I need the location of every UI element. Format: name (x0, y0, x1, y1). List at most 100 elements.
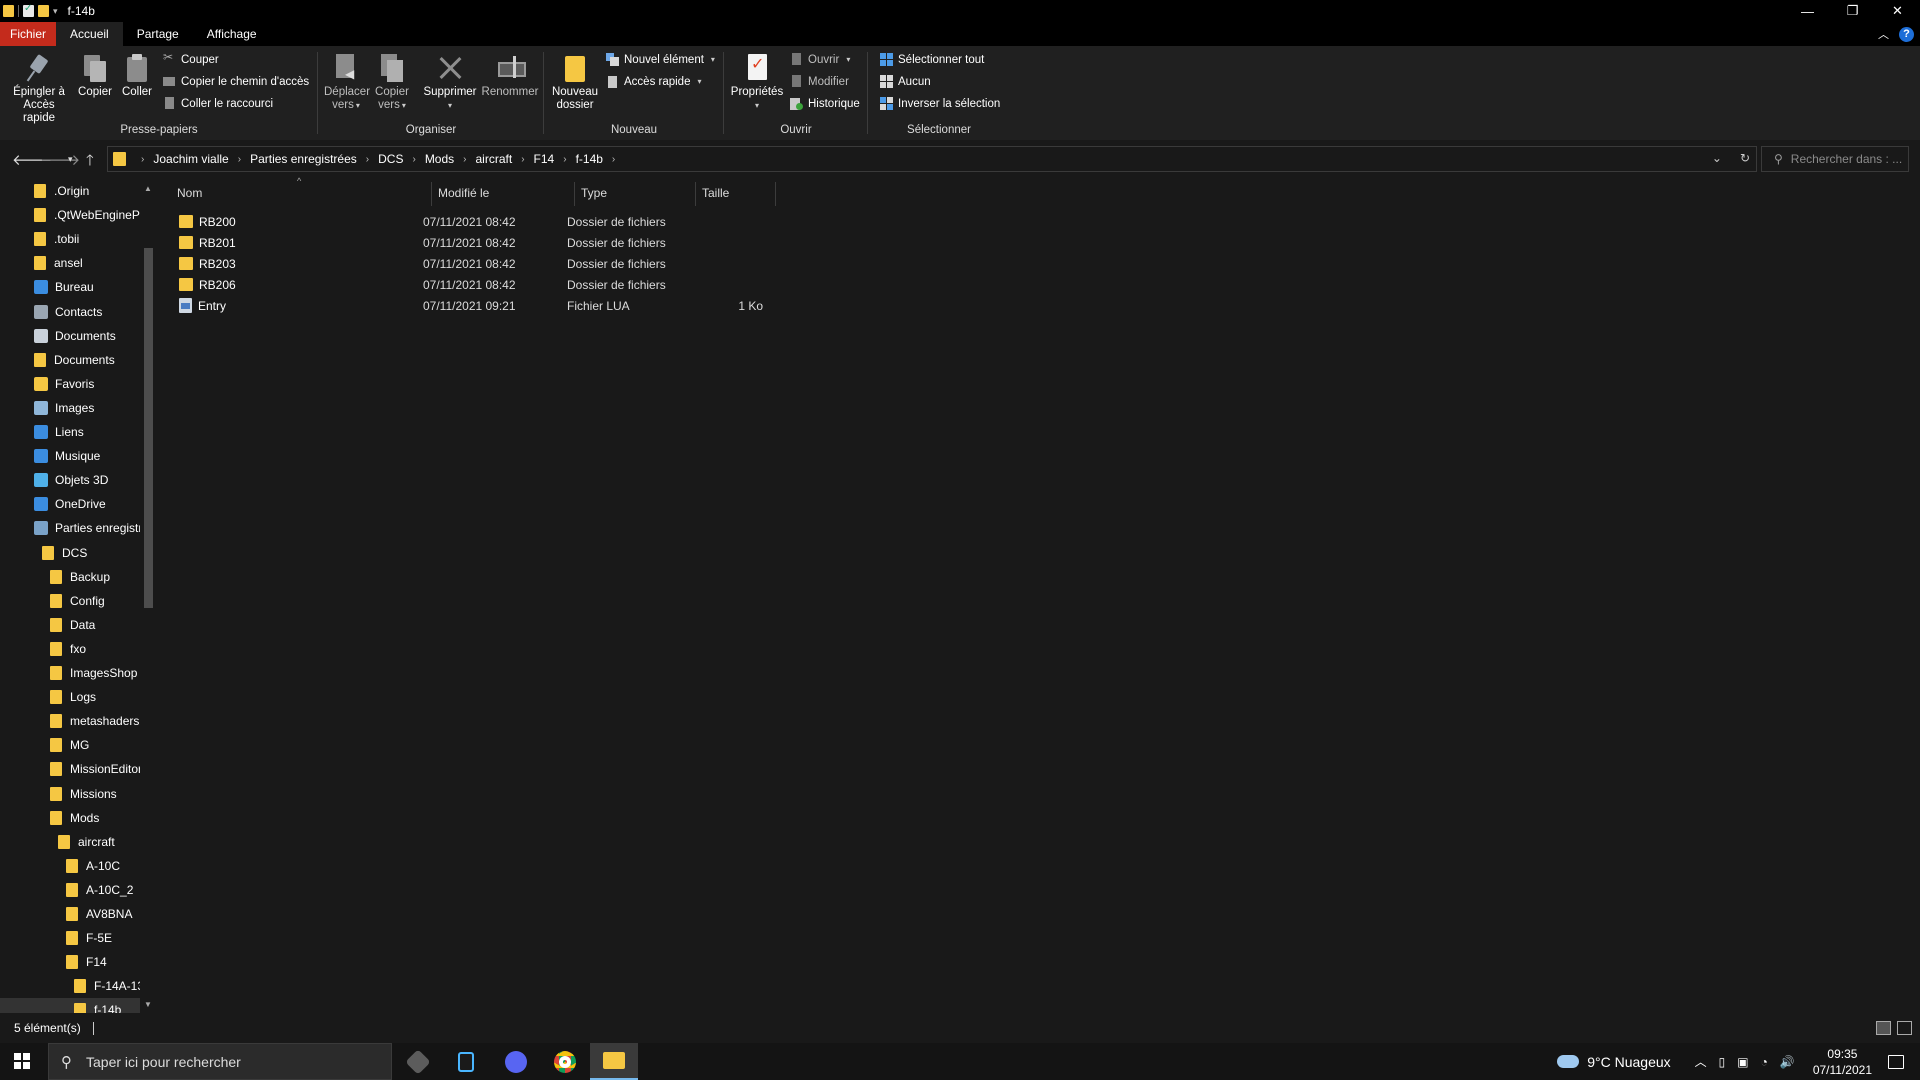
nav-item[interactable]: F14 (0, 950, 140, 974)
refresh-icon[interactable]: ↻ (1740, 151, 1750, 165)
chevron-up-icon[interactable]: ︿ (1695, 1053, 1707, 1070)
taskbar-discord[interactable] (492, 1043, 540, 1080)
edit-button[interactable]: Modifier (790, 75, 849, 88)
taskbar-app-1[interactable] (394, 1043, 442, 1080)
nav-item[interactable]: ImagesShop (0, 661, 140, 685)
open-button[interactable]: Ouvrir ▾ (790, 53, 850, 66)
nav-item[interactable]: Favoris (0, 372, 140, 396)
nav-item[interactable]: .tobii (0, 227, 140, 251)
paste-button[interactable]: Coller (118, 52, 156, 99)
copy-button[interactable]: Copier (74, 52, 116, 99)
nav-item[interactable]: Config (0, 589, 140, 613)
details-view-icon[interactable] (1876, 1021, 1891, 1035)
scroll-up-icon[interactable]: ▲ (144, 184, 152, 193)
nav-item[interactable]: A-10C (0, 854, 140, 878)
notification-icon[interactable] (1888, 1054, 1904, 1069)
scrollbar-thumb[interactable] (144, 248, 153, 608)
large-icons-view-icon[interactable] (1897, 1021, 1912, 1035)
nav-item[interactable]: Bureau (0, 275, 140, 299)
tab-affichage[interactable]: Affichage (193, 22, 271, 46)
breadcrumb-chevron-icon[interactable]: › (563, 154, 566, 165)
file-row[interactable]: RB203 07/11/2021 08:42 Dossier de fichiers (177, 253, 777, 274)
nav-item[interactable]: Parties enregistré (0, 516, 140, 540)
delete-button[interactable]: Supprimer ▾ (422, 52, 478, 112)
minimize-button[interactable]: — (1785, 0, 1830, 22)
search-input[interactable]: ⚲ Rechercher dans : ... (1761, 146, 1909, 172)
properties-icon[interactable] (23, 3, 34, 17)
recent-locations-icon[interactable]: ▾ (68, 154, 73, 165)
breadcrumb-item[interactable]: f-14b (576, 152, 603, 166)
help-icon[interactable]: ? (1899, 26, 1914, 42)
file-row[interactable]: Entry 07/11/2021 09:21 Fichier LUA 1 Ko (177, 295, 777, 316)
column-header-name[interactable]: Nom ^ (160, 176, 432, 208)
breadcrumb-item[interactable]: DCS (378, 152, 403, 166)
nav-item[interactable]: Documents (0, 324, 140, 348)
nav-item[interactable]: metashaders2 (0, 709, 140, 733)
taskbar-app-2[interactable] (442, 1043, 490, 1080)
taskbar-chrome[interactable] (541, 1043, 589, 1080)
nav-item[interactable]: Musique (0, 444, 140, 468)
move-to-button[interactable]: Déplacer vers▾ (324, 52, 370, 112)
tab-fichier[interactable]: Fichier (0, 22, 57, 46)
nav-item[interactable]: Logs (0, 685, 140, 709)
scroll-down-icon[interactable]: ▼ (144, 1000, 152, 1009)
nav-item[interactable]: Contacts (0, 300, 140, 324)
clock[interactable]: 09:35 07/11/2021 (1813, 1046, 1872, 1078)
nav-item[interactable]: MG (0, 733, 140, 757)
file-list[interactable]: Nom ^ Modifié le Type Taille RB200 07/11/… (160, 176, 1920, 1013)
tab-partage[interactable]: Partage (123, 22, 193, 46)
nav-item[interactable]: Missions (0, 782, 140, 806)
new-folder-icon[interactable] (38, 5, 49, 17)
breadcrumb-item[interactable]: Joachim vialle (153, 152, 228, 166)
paste-shortcut-button[interactable]: Coller le raccourci (163, 97, 273, 110)
nav-item[interactable]: A-10C_2 (0, 878, 140, 902)
nav-item[interactable]: fxo (0, 637, 140, 661)
pin-quick-access-button[interactable]: Épingler à Accès rapide (6, 52, 72, 125)
file-row[interactable]: RB201 07/11/2021 08:42 Dossier de fichiers (177, 232, 777, 253)
copy-to-button[interactable]: Copier vers ▾ (370, 52, 414, 112)
address-bar[interactable]: › Joachim vialle › Parties enregistrées › DCS… (107, 146, 1757, 172)
nav-item[interactable]: Objets 3D (0, 468, 140, 492)
taskbar-search-input[interactable]: ⚲ Taper ici pour rechercher (48, 1043, 392, 1080)
taskbar-file-explorer[interactable] (590, 1043, 638, 1080)
nav-item[interactable]: .Origin (0, 179, 140, 203)
breadcrumb-chevron-icon[interactable]: › (463, 154, 466, 165)
breadcrumb-item[interactable]: aircraft (476, 152, 513, 166)
properties-button[interactable]: Propriétés ▾ (728, 52, 786, 112)
history-button[interactable]: Historique (790, 97, 860, 110)
nav-item[interactable]: Documents (0, 348, 140, 372)
cut-button[interactable]: Couper (163, 50, 219, 66)
customize-toolbar-icon[interactable]: ▾ (53, 6, 58, 17)
copy-path-button[interactable]: Copier le chemin d'accès (163, 75, 309, 88)
close-button[interactable]: ✕ (1875, 0, 1920, 22)
restore-button[interactable]: ❐ (1830, 0, 1875, 22)
breadcrumb-chevron-icon[interactable]: › (238, 154, 241, 165)
weather-widget[interactable]: 9°C Nuageux (1557, 1054, 1671, 1070)
nav-item[interactable]: OneDrive (0, 492, 140, 516)
breadcrumb-chevron-icon[interactable]: › (521, 154, 524, 165)
column-header-type[interactable]: Type (575, 178, 696, 208)
nav-item[interactable]: Images (0, 396, 140, 420)
nav-item[interactable]: aircraft (0, 830, 140, 854)
breadcrumb-item[interactable]: F14 (534, 152, 555, 166)
rename-button[interactable]: Renommer (480, 52, 540, 99)
nav-item[interactable]: F-14A-135 (0, 974, 140, 998)
nav-item[interactable]: F-5E (0, 926, 140, 950)
tab-accueil[interactable]: Accueil (56, 22, 123, 46)
nav-item[interactable]: f-14b (0, 998, 140, 1013)
breadcrumb-item[interactable]: Parties enregistrées (250, 152, 357, 166)
invert-selection-button[interactable]: Inverser la sélection (880, 97, 1000, 110)
new-item-button[interactable]: Nouvel élément ▾ (606, 53, 715, 66)
nav-item[interactable]: Backup (0, 565, 140, 589)
breadcrumb-chevron-icon[interactable]: › (612, 154, 615, 165)
breadcrumb-chevron-icon[interactable]: › (141, 154, 144, 165)
forward-arrow-icon[interactable]: 🡒 (40, 150, 80, 169)
display-icon[interactable]: ▣ (1737, 1055, 1748, 1069)
navigation-pane-scrollbar[interactable]: ▲ ▼ (141, 178, 156, 1013)
nav-item[interactable]: Liens (0, 420, 140, 444)
battery-icon[interactable]: ▯ (1719, 1055, 1726, 1069)
file-row[interactable]: RB206 07/11/2021 08:42 Dossier de fichiers (177, 274, 777, 295)
breadcrumb-chevron-icon[interactable]: › (412, 154, 415, 165)
collapse-ribbon-icon[interactable]: ︿ (1878, 26, 1889, 42)
nav-item[interactable]: ansel (0, 251, 140, 275)
